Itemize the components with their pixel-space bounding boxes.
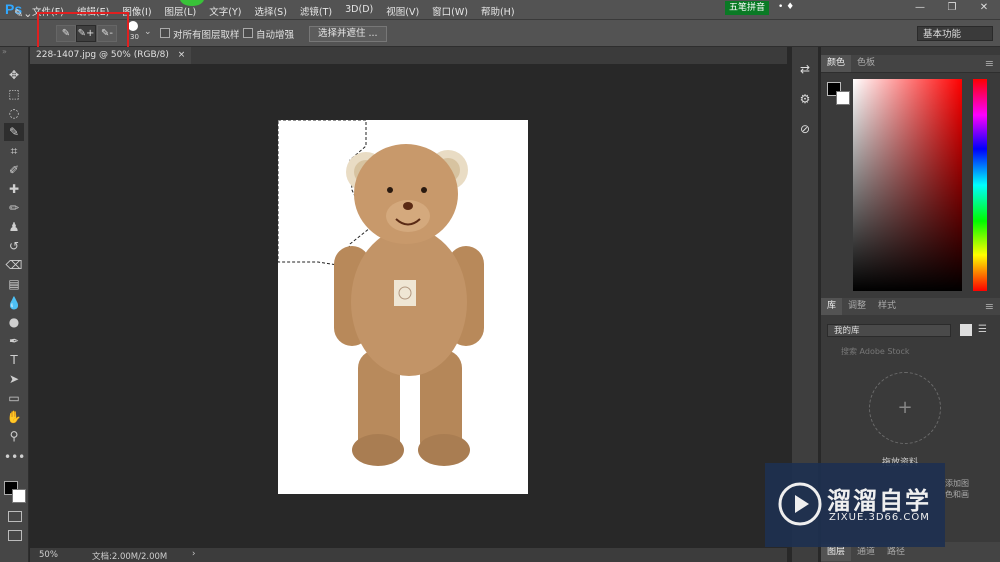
background-color-swatch[interactable] [12,489,26,503]
tab-adjustments[interactable]: 调整 [842,298,872,315]
document-tab-bar: 228-1407.jpg @ 50% (RGB/8) × [30,47,787,64]
type-tool-icon[interactable]: T [4,351,24,369]
panel-menu-icon[interactable]: ≡ [985,57,994,70]
dodge-tool-icon[interactable]: ● [4,313,24,331]
blur-tool-icon[interactable]: 💧 [4,294,24,312]
move-tool-icon[interactable]: ✥ [4,66,24,84]
list-view-icon[interactable]: ☰ [978,324,987,335]
marquee-tool-icon[interactable]: ⬚ [4,85,24,103]
auto-enhance-checkbox[interactable] [243,28,253,38]
quick-mask-icon[interactable] [8,511,22,522]
tab-styles[interactable]: 样式 [872,298,902,315]
play-logo-icon [778,482,822,526]
close-tab-icon[interactable]: × [178,50,186,60]
watermark-brand: 溜溜自学 [827,487,931,515]
sample-all-layers-label: 对所有图层取样 [173,30,240,41]
collapse-arrows-icon[interactable]: » [2,47,7,56]
menu-view[interactable]: 视图(V) [386,4,419,18]
library-drop-zone[interactable]: + [869,372,941,444]
library-menu-icon[interactable]: ≡ [985,300,994,313]
library-select[interactable]: 我的库 [827,324,951,337]
close-button[interactable]: ✕ [974,2,994,13]
ime-indicator[interactable]: 五笔拼音 [725,1,770,15]
eyedropper-tool-icon[interactable]: ✐ [4,161,24,179]
tool-preset-picker[interactable]: ✎⌄ [14,7,32,20]
menu-filter[interactable]: 滤镜(T) [300,4,332,18]
color-panel-background-swatch[interactable] [836,91,850,105]
watermark-overlay: 溜溜自学 ZIXUE.3D66.COM [765,463,945,547]
watermark-url: ZIXUE.3D66.COM [829,512,930,523]
auto-enhance-label: 自动增强 [256,30,295,41]
tab-swatches[interactable]: 色板 [851,55,881,72]
menu-3d[interactable]: 3D(D) [345,4,373,18]
document-canvas[interactable] [278,120,528,494]
tab-color[interactable]: 颜色 [821,55,852,72]
library-hint-2: 色和画 [945,490,969,499]
status-bar: 50% 文档:2.00M/2.00M › [30,548,787,562]
menu-window[interactable]: 窗口(W) [432,4,468,18]
menu-select[interactable]: 选择(S) [254,4,286,18]
gradient-tool-icon[interactable]: ▤ [4,275,24,293]
zoom-tool-icon[interactable]: ⚲ [4,427,24,445]
crop-tool-icon[interactable]: ⌗ [4,142,24,160]
tab-libraries[interactable]: 库 [821,298,843,315]
teddy-bear-image [278,120,484,466]
workspace-select[interactable]: 基本功能 [917,26,993,41]
more-tools-icon[interactable]: ••• [4,448,25,466]
brush-dropdown-chevron-icon[interactable]: ⌄ [144,27,152,37]
brush-size: 30 [130,33,139,41]
rectangle-tool-icon[interactable]: ▭ [4,389,24,407]
hand-tool-icon[interactable]: ✋ [4,408,24,426]
history-panel-icon[interactable]: ⇄ [796,62,814,82]
ime-icons: • ♦ [778,2,795,12]
library-panel-tabs: 库 调整 样式 ≡ [821,298,1000,315]
brush-preview-icon[interactable] [128,21,138,31]
brush-tool-icon[interactable]: ✏ [4,199,24,217]
menu-type[interactable]: 文字(Y) [209,4,241,18]
lasso-tool-icon[interactable]: ◌ [4,104,24,122]
document-tab-title: 228-1407.jpg @ 50% (RGB/8) [36,50,169,60]
document-tab[interactable]: 228-1407.jpg @ 50% (RGB/8) × [30,47,192,64]
select-and-mask-button[interactable]: 选择并遮住 ... [309,26,387,42]
history-brush-tool-icon[interactable]: ↺ [4,237,24,255]
document-info: 文档:2.00M/2.00M [92,552,168,562]
zoom-level[interactable]: 50% [39,550,58,560]
healing-brush-tool-icon[interactable]: ✚ [4,180,24,198]
quick-selection-tool-icon[interactable]: ✎ [4,123,24,141]
pen-tool-icon[interactable]: ✒ [4,332,24,350]
color-panel-tabs: 颜色 色板 ≡ [821,55,1000,73]
minimize-button[interactable]: — [910,2,930,13]
menu-help[interactable]: 帮助(H) [481,4,515,18]
sample-all-layers-checkbox[interactable] [160,28,170,38]
menu-layer[interactable]: 图层(L) [165,4,197,18]
adjustments-panel-icon[interactable]: ⊘ [796,122,814,142]
library-hint-1: 添加图 [945,479,969,488]
window-controls: — ❐ ✕ [898,2,994,13]
color-field[interactable] [853,79,962,291]
eraser-tool-icon[interactable]: ⌫ [4,256,24,274]
path-selection-tool-icon[interactable]: ➤ [4,370,24,388]
clone-stamp-tool-icon[interactable]: ♟ [4,218,24,236]
screen-mode-icon[interactable] [8,530,22,541]
properties-panel-icon[interactable]: ⚙ [796,92,814,112]
hue-slider[interactable] [973,79,987,291]
status-menu-chevron-icon[interactable]: › [192,549,195,559]
stock-search-input[interactable]: 搜索 Adobe Stock [827,345,994,359]
restore-button[interactable]: ❐ [942,2,962,13]
grid-view-icon[interactable] [960,324,972,336]
